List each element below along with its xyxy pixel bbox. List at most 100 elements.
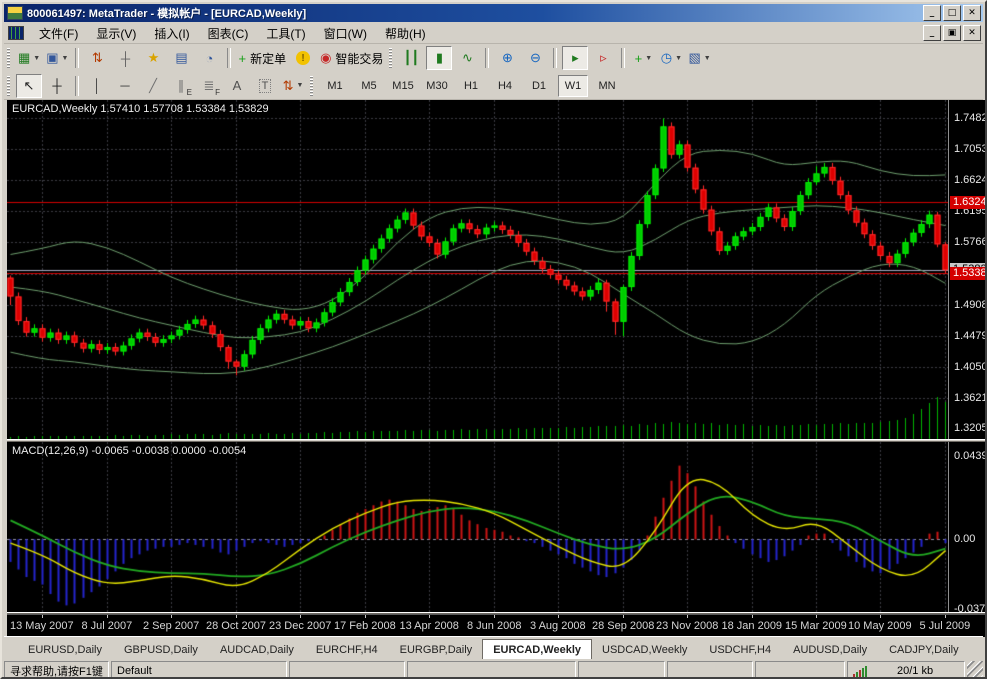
chart-tab-eurgbp-daily[interactable]: EURGBP,Daily: [390, 641, 483, 659]
bar-chart-mode-button[interactable]: ┃┃: [398, 46, 424, 70]
time-axis-tick: [365, 615, 366, 618]
fibonacci-sub-label: F: [215, 88, 220, 97]
time-axis-tick: [558, 615, 559, 618]
zoom-out-button[interactable]: ⊖: [522, 46, 548, 70]
cursor-button[interactable]: ↖: [16, 74, 42, 98]
chart-tab-usdchf-h4[interactable]: USDCHF,H4: [699, 641, 781, 659]
templates-button[interactable]: ▧▼: [686, 46, 712, 70]
time-axis[interactable]: 13 May 20078 Jul 20072 Sep 200728 Oct 20…: [7, 614, 986, 637]
line-chart-mode-button[interactable]: ∿: [454, 46, 480, 70]
timeframe-m1-button[interactable]: M1: [320, 75, 350, 97]
periods-button[interactable]: ◷▼: [658, 46, 684, 70]
chart-tab-eurusd-daily[interactable]: EURUSD,Daily: [18, 641, 112, 659]
equidistant-channel-button[interactable]: ∥E: [168, 74, 194, 98]
timeframe-mn-button[interactable]: MN: [592, 75, 622, 97]
data-window-button[interactable]: ┼: [112, 46, 138, 70]
timeframe-h4-button[interactable]: H4: [490, 75, 520, 97]
toolbar-grip[interactable]: [7, 76, 10, 96]
zoom-in-button[interactable]: ⊕: [494, 46, 520, 70]
price-axis-label: 1.57660: [954, 236, 987, 249]
price-axis-label: 1.74820: [954, 112, 987, 125]
price-axis-label: 1.40500: [954, 361, 987, 374]
trendline-button[interactable]: ╱: [140, 74, 166, 98]
indicators-dropdown-arrow[interactable]: ▼: [645, 55, 652, 62]
timeframe-m5-button[interactable]: M5: [354, 75, 384, 97]
title-bar[interactable]: 800061497: MetaTrader - 模拟帐户 - [EURCAD,W…: [4, 4, 983, 22]
menu-item-5[interactable]: 窗口(W): [315, 23, 376, 44]
child-minimize-button[interactable]: _: [923, 25, 941, 41]
child-close-button[interactable]: ✕: [963, 25, 981, 41]
navigator-button[interactable]: ★: [140, 46, 166, 70]
time-axis-tick: [880, 615, 881, 618]
menu-item-1[interactable]: 显示(V): [87, 23, 145, 44]
templates-dropdown-arrow[interactable]: ▼: [704, 55, 711, 62]
minimize-button[interactable]: _: [923, 5, 941, 21]
new-order-button[interactable]: +新定单: [236, 46, 288, 70]
profiles-dropdown-arrow[interactable]: ▼: [62, 55, 69, 62]
price-axis-label: 1.44790: [954, 330, 987, 343]
menu-item-6[interactable]: 帮助(H): [376, 23, 435, 44]
pane-splitter-main-macd[interactable]: [7, 439, 986, 442]
arrows-dropdown-arrow[interactable]: ▼: [296, 82, 303, 89]
status-panel-5: [755, 661, 845, 679]
new-chart-button[interactable]: ▦▼: [16, 46, 42, 70]
status-profile[interactable]: Default: [111, 661, 287, 679]
arrows-button[interactable]: ⇅▼: [280, 74, 306, 98]
standard-toolbar: ▦▼▣▼ ⇅┼★▤◔ +新定单!◉智能交易 ┃┃▮∿ ⊕ ⊖ ▸▹ +▼◷▼▧▼: [4, 44, 983, 73]
strategy-tester-button[interactable]: ◔: [196, 46, 222, 70]
child-restore-button[interactable]: ▣: [943, 25, 961, 41]
chart-tab-usdcad-weekly[interactable]: USDCAD,Weekly: [592, 641, 697, 659]
chart-area[interactable]: EURCAD,Weekly 1.57410 1.57708 1.53384 1.…: [7, 100, 986, 636]
maximize-button[interactable]: □: [943, 5, 961, 21]
menu-item-2[interactable]: 插入(I): [145, 23, 198, 44]
price-axis-label: 1.36210: [954, 392, 987, 405]
menu-item-0[interactable]: 文件(F): [30, 23, 87, 44]
metaeditor-button[interactable]: !: [290, 46, 316, 70]
timeframe-m15-button[interactable]: M15: [388, 75, 418, 97]
indicators-button[interactable]: +▼: [630, 46, 656, 70]
market-watch-button[interactable]: ⇅: [84, 46, 110, 70]
expert-advisors-button[interactable]: ◉智能交易: [318, 46, 385, 70]
crosshair-button[interactable]: ┼: [44, 74, 70, 98]
chart-tab-eurchf-h4[interactable]: EURCHF,H4: [306, 641, 388, 659]
auto-scroll-button[interactable]: ▸: [562, 46, 588, 70]
profiles-button[interactable]: ▣▼: [44, 46, 70, 70]
time-axis-label: 13 Apr 2008: [400, 620, 459, 632]
status-help: 寻求帮助,请按F1键: [4, 661, 109, 679]
resize-grip[interactable]: [967, 661, 983, 679]
fibonacci-button[interactable]: ≣F: [196, 74, 222, 98]
chart-tab-audusd-daily[interactable]: AUDUSD,Daily: [783, 641, 877, 659]
toolbar-separator: [75, 48, 79, 68]
chart-window-icon[interactable]: [8, 26, 24, 40]
menu-item-3[interactable]: 图表(C): [199, 23, 258, 44]
timeframe-d1-button[interactable]: D1: [524, 75, 554, 97]
text-label-button[interactable]: T: [252, 74, 278, 98]
axis-separator: [948, 100, 949, 612]
toolbar-grip[interactable]: [7, 48, 10, 68]
tab-scroll-left-button[interactable]: ◄: [981, 641, 987, 657]
timeframe-m30-button[interactable]: M30: [422, 75, 452, 97]
new-order-label: 新定单: [250, 50, 286, 67]
periods-dropdown-arrow[interactable]: ▼: [675, 55, 682, 62]
chart-shift-button[interactable]: ▹: [590, 46, 616, 70]
chart-tab-usd[interactable]: USD: [971, 641, 981, 659]
close-button[interactable]: ✕: [963, 5, 981, 21]
terminal-button[interactable]: ▤: [168, 46, 194, 70]
chart-tab-cadjpy-daily[interactable]: CADJPY,Daily: [879, 641, 969, 659]
new-chart-dropdown-arrow[interactable]: ▼: [33, 55, 40, 62]
chart-tab-eurcad-weekly[interactable]: EURCAD,Weekly: [482, 639, 592, 659]
zoom-in-icon: ⊕: [502, 50, 513, 66]
vertical-line-button[interactable]: │: [84, 74, 110, 98]
text-button[interactable]: A: [224, 74, 250, 98]
toolbar-grip[interactable]: [389, 48, 392, 68]
candlestick-mode-button[interactable]: ▮: [426, 46, 452, 70]
horizontal-line-button[interactable]: ─: [112, 74, 138, 98]
chart-tab-gbpusd-daily[interactable]: GBPUSD,Daily: [114, 641, 208, 659]
timeframe-h1-button[interactable]: H1: [456, 75, 486, 97]
time-axis-label: 3 Aug 2008: [530, 620, 586, 632]
price-chart-canvas[interactable]: [7, 100, 948, 612]
menu-item-4[interactable]: 工具(T): [257, 23, 314, 44]
chart-tab-audcad-daily[interactable]: AUDCAD,Daily: [210, 641, 304, 659]
toolbar-grip[interactable]: [310, 76, 313, 96]
timeframe-w1-button[interactable]: W1: [558, 75, 588, 97]
